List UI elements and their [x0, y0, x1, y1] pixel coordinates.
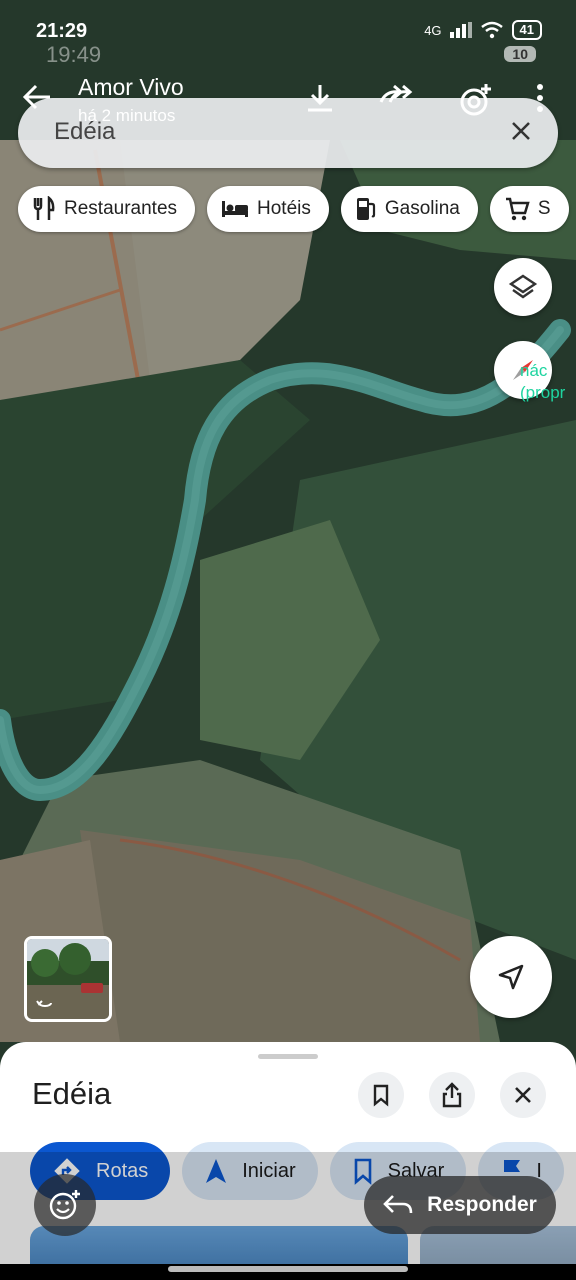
emoji-reaction-button[interactable] [34, 1174, 96, 1236]
close-sheet-button[interactable] [500, 1072, 546, 1118]
chip-restaurants[interactable]: Restaurantes [18, 186, 196, 232]
my-location-button[interactable] [470, 936, 552, 1018]
reply-arrow-icon [383, 1195, 413, 1214]
street-view-thumbnail[interactable] [24, 936, 112, 1022]
sheet-drag-handle[interactable] [258, 1054, 318, 1059]
cart-icon [505, 197, 530, 221]
close-icon [515, 1087, 531, 1103]
hotel-bed-icon [222, 201, 249, 217]
reply-button[interactable]: Responder [364, 1176, 556, 1234]
chip-gas[interactable]: Gasolina [340, 186, 478, 232]
chat-header: Amor Vivo há 2 minutos [0, 60, 576, 132]
map-label-line: (propr [520, 383, 566, 402]
add-emoji-icon [49, 1190, 80, 1220]
chip-label: Hotéis [257, 198, 311, 219]
bookmark-icon [373, 1084, 389, 1107]
save-bookmark-button[interactable] [358, 1072, 404, 1118]
chip-hotels[interactable]: Hotéis [207, 186, 329, 232]
chat-subtitle: há 2 minutos [78, 106, 176, 125]
category-chips: Restaurantes Hotéis Gasolina S [18, 186, 569, 232]
chip-label: Restaurantes [64, 198, 178, 219]
layers-icon [508, 274, 538, 299]
layers-button[interactable] [494, 258, 552, 316]
gas-station-icon [356, 198, 375, 220]
network-label: 4G [424, 22, 442, 38]
street-view-image [27, 939, 109, 1019]
lens-search-icon[interactable] [456, 82, 494, 120]
status-icons: 4G 41 [424, 20, 542, 40]
back-arrow-icon[interactable] [22, 84, 52, 110]
chip-label: S [537, 198, 551, 219]
home-gesture-pill[interactable] [168, 1266, 408, 1272]
map-place-label[interactable]: nác (propr [520, 360, 565, 404]
battery-indicator: 41 [511, 20, 542, 40]
map-label-line: nác [520, 361, 548, 380]
download-icon[interactable] [304, 82, 336, 114]
wifi-icon [480, 21, 503, 39]
chip-shopping[interactable]: S [489, 186, 569, 232]
forward-icon[interactable] [378, 82, 414, 112]
status-time: 21:29 [36, 20, 88, 42]
share-button[interactable] [429, 1072, 475, 1118]
navigation-arrow-icon [498, 964, 524, 990]
place-title: Edéia [32, 1076, 112, 1111]
share-icon [442, 1082, 462, 1108]
status-bar: 21:29 19:49 4G 41 10 [0, 0, 576, 67]
signal-icon [449, 22, 472, 38]
more-vert-icon[interactable] [534, 82, 546, 114]
chat-title: Amor Vivo [78, 74, 184, 100]
restaurant-icon [33, 196, 55, 220]
chip-label: Gasolina [384, 198, 460, 219]
reply-label: Responder [427, 1193, 537, 1216]
